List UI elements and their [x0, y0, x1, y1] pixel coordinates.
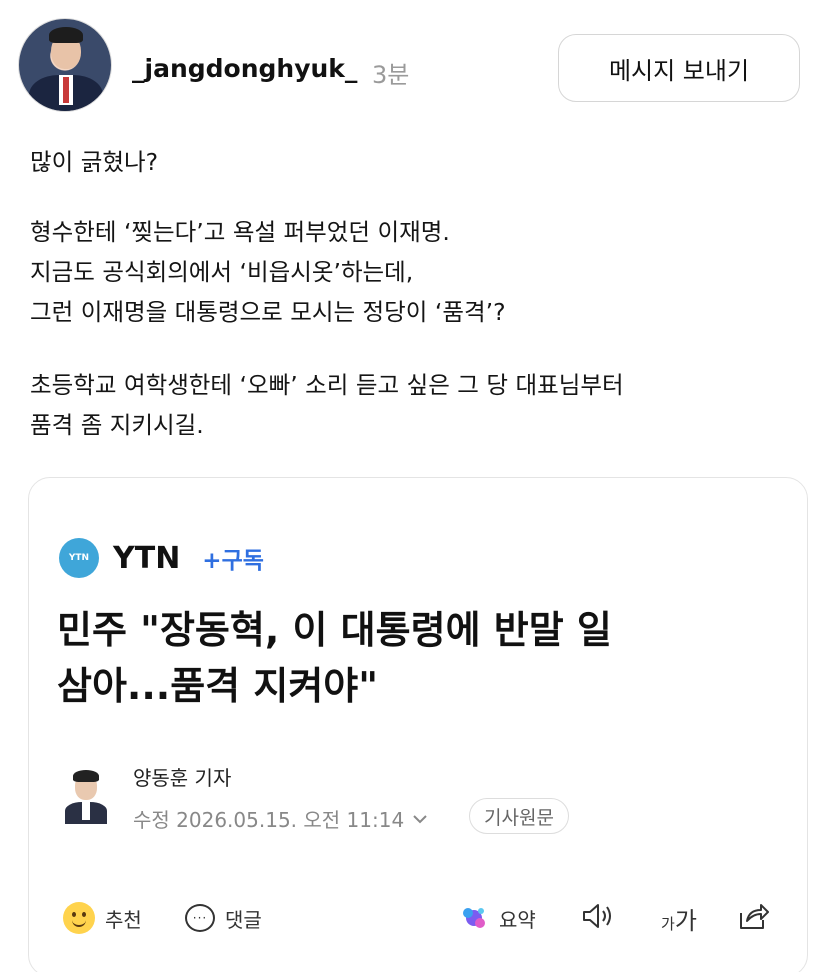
comment-button[interactable]: ··· 댓글	[185, 896, 262, 940]
source-name[interactable]: YTN	[113, 541, 180, 576]
modified-date[interactable]: 수정 2026.05.15. 오전 11:14	[133, 804, 428, 833]
chevron-down-icon	[412, 809, 428, 828]
text-line: 지금도 공식회의에서 ‘비읍시옷’하는데,	[30, 258, 414, 286]
modified-date-text: 수정 2026.05.15. 오전 11:14	[133, 808, 405, 832]
summary-label: 요약	[499, 907, 536, 932]
ytn-logo-icon: YTN	[59, 538, 99, 578]
recommend-button[interactable]: 추천	[63, 896, 142, 940]
username[interactable]: _jangdonghyuk_	[132, 54, 357, 83]
smile-emoji-icon	[63, 902, 95, 934]
text-line: 많이 긁혔나?	[30, 148, 159, 176]
article-headline[interactable]: 민주 "장동혁, 이 대통령에 반말 일 삼아...품격 지켜야"	[57, 602, 787, 714]
summary-button[interactable]: 요약	[459, 896, 536, 940]
comment-bubble-icon: ···	[185, 904, 215, 932]
font-size-icon: 가가	[661, 906, 697, 935]
post-paragraph-1: 많이 긁혔나?	[30, 142, 810, 182]
linked-article-card[interactable]: YTN YTN +구독 민주 "장동혁, 이 대통령에 반말 일 삼아...품격…	[28, 477, 808, 972]
reporter-avatar	[63, 768, 109, 824]
post-paragraph-3: 초등학교 여학생한테 ‘오빠’ 소리 듣고 싶은 그 당 대표님부터 품격 좀 …	[30, 365, 810, 445]
send-message-button[interactable]: 메시지 보내기	[558, 34, 800, 102]
share-button[interactable]	[737, 896, 771, 940]
subscribe-button[interactable]: +구독	[202, 541, 264, 575]
text-line: 형수한테 ‘찢는다’고 욕설 퍼부었던 이재명.	[30, 218, 450, 246]
share-icon	[737, 901, 771, 936]
text-line: 품격 좀 지키시길.	[30, 411, 204, 439]
speaker-icon	[581, 902, 615, 935]
article-action-bar: 추천 ··· 댓글 요약 가가	[29, 896, 809, 940]
font-size-button[interactable]: 가가	[661, 896, 697, 940]
speaker-button[interactable]	[581, 896, 615, 940]
text-line: 그런 이재명을 대통령으로 모시는 정당이 ‘품격’?	[30, 298, 506, 326]
article-source-row: YTN YTN +구독	[59, 538, 264, 578]
headline-line: 민주 "장동혁, 이 대통령에 반말 일	[57, 608, 612, 652]
post-time: 3분	[372, 61, 410, 89]
original-article-button[interactable]: 기사원문	[469, 798, 569, 834]
user-avatar[interactable]	[18, 18, 112, 112]
reporter-name[interactable]: 양동훈 기자	[133, 762, 231, 791]
sparkle-summary-icon	[459, 903, 489, 933]
text-line: 초등학교 여학생한테 ‘오빠’ 소리 듣고 싶은 그 당 대표님부터	[30, 371, 624, 399]
comment-label: 댓글	[225, 907, 262, 932]
headline-line: 삼아...품격 지켜야"	[57, 664, 379, 708]
post-paragraph-2: 형수한테 ‘찢는다’고 욕설 퍼부었던 이재명. 지금도 공식회의에서 ‘비읍시…	[30, 212, 810, 332]
recommend-label: 추천	[105, 907, 142, 932]
post-header: _jangdonghyuk_ 3분 메시지 보내기	[18, 18, 818, 118]
